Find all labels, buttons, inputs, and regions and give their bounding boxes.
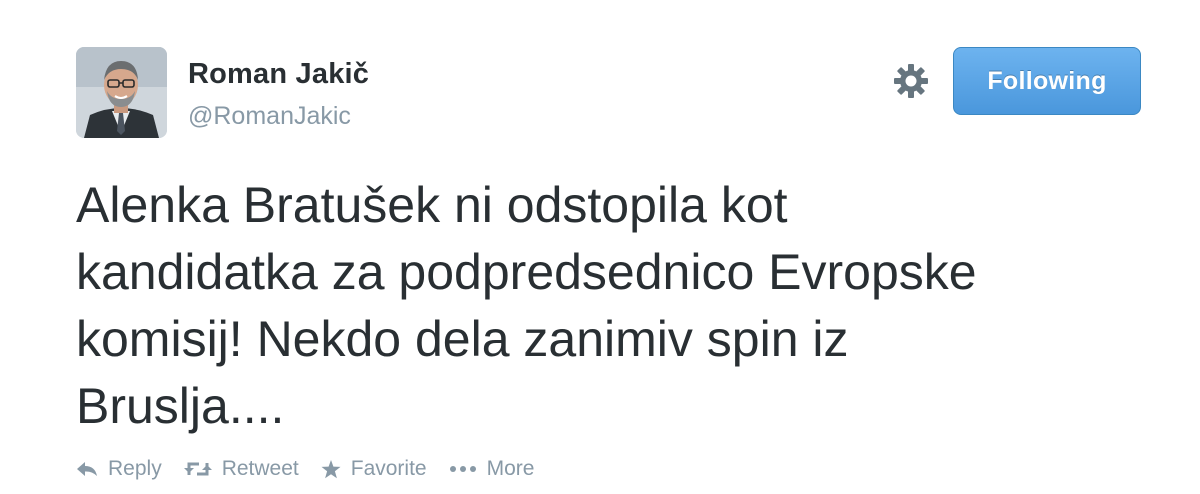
- retweet-action[interactable]: Retweet: [183, 457, 299, 481]
- tweet-card: Roman Jakič @RomanJakic Following Alenka…: [0, 0, 1200, 494]
- more-dots-icon: [449, 465, 477, 473]
- favorite-label: Favorite: [350, 457, 427, 480]
- retweet-label: Retweet: [221, 457, 299, 480]
- reply-icon: [76, 460, 98, 478]
- following-button[interactable]: Following: [953, 47, 1141, 115]
- more-action[interactable]: More: [449, 457, 535, 481]
- user-avatar[interactable]: [76, 47, 167, 138]
- tweet-text: Alenka Bratušek ni odstopila kot kandida…: [76, 177, 977, 434]
- retweet-icon: [183, 460, 212, 478]
- reply-action[interactable]: Reply: [76, 457, 162, 481]
- more-label: More: [486, 457, 535, 480]
- user-display-name[interactable]: Roman Jakič: [188, 58, 369, 91]
- favorite-action[interactable]: Favorite: [321, 457, 427, 481]
- avatar-photo-icon: [76, 47, 167, 138]
- tweet-actions: Reply Retweet Favorite More: [76, 454, 556, 484]
- star-icon: [321, 459, 341, 479]
- reply-label: Reply: [108, 457, 162, 480]
- gear-icon[interactable]: [893, 63, 929, 99]
- user-screen-name[interactable]: @RomanJakic: [188, 102, 351, 131]
